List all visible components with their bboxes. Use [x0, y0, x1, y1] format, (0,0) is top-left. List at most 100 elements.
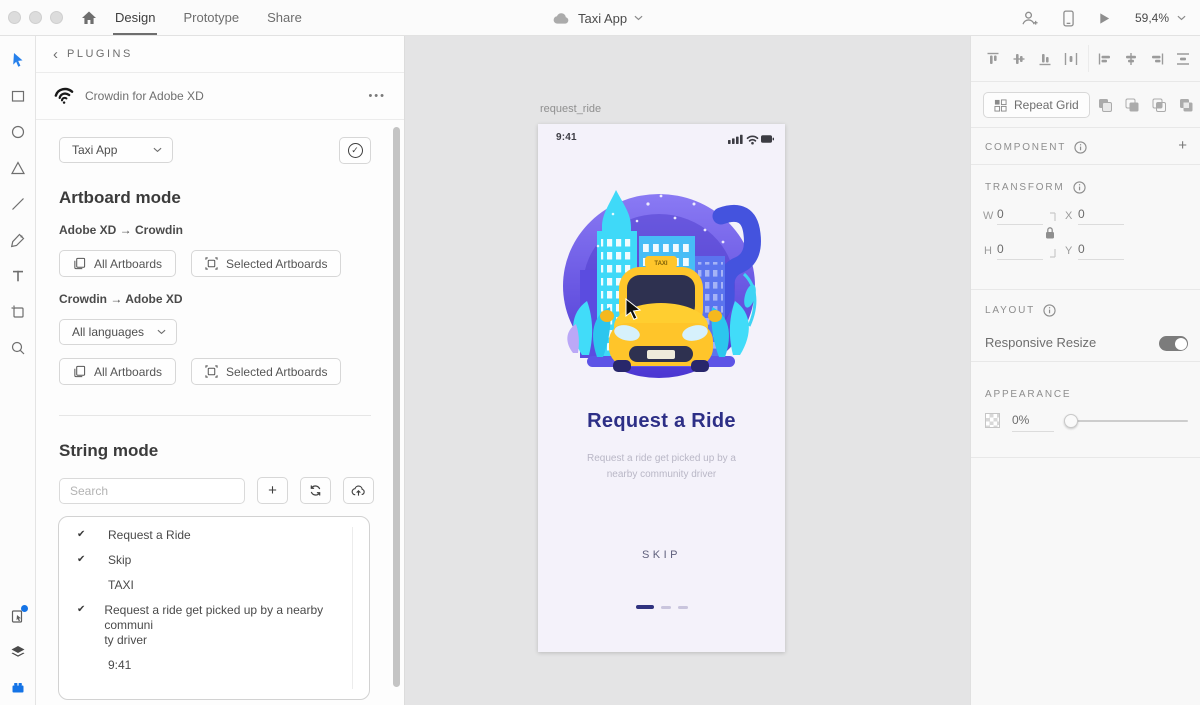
opacity-slider-knob[interactable] [1064, 414, 1078, 428]
info-icon[interactable] [1074, 141, 1087, 154]
align-top-icon[interactable] [985, 51, 1001, 67]
share-user-icon[interactable] [1020, 9, 1039, 28]
appearance-label: APPEARANCE [985, 389, 1072, 400]
line-tool-icon[interactable] [10, 196, 26, 212]
y-field[interactable]: 0 [1078, 242, 1124, 260]
string-row[interactable]: ✔ Skip [59, 548, 369, 573]
text-tool-icon[interactable] [10, 268, 26, 284]
home-icon[interactable] [80, 9, 98, 27]
responsive-resize-toggle[interactable] [1159, 336, 1188, 351]
layers-icon[interactable] [10, 644, 26, 660]
opacity-value-field[interactable]: 0% [1012, 413, 1054, 432]
height-field[interactable]: 0 [997, 242, 1043, 260]
skip-button[interactable]: SKIP [538, 549, 785, 561]
distribute-vertical-icon[interactable] [1175, 51, 1191, 67]
project-select[interactable]: Taxi App [59, 137, 173, 163]
string-search-row: + [59, 477, 404, 504]
all-artboards-label: All Artboards [94, 256, 163, 271]
plugins-panel-icon[interactable] [10, 605, 28, 624]
info-icon[interactable] [1072, 181, 1086, 194]
lock-aspect-icon[interactable] [1043, 211, 1057, 259]
align-vertical-center-icon[interactable] [1011, 51, 1027, 67]
distribute-horizontal-icon[interactable] [1063, 51, 1079, 67]
search-input[interactable] [59, 477, 245, 504]
languages-select[interactable]: All languages [59, 319, 177, 345]
component-label: COMPONENT [985, 142, 1067, 153]
layout-label: LAYOUT [985, 305, 1036, 316]
page-dot-active [635, 605, 654, 609]
boolean-subtract-icon[interactable] [1124, 97, 1140, 113]
plugins-store-icon[interactable] [10, 679, 26, 695]
zoom-tool-icon[interactable] [10, 340, 26, 356]
statusbar-time: 9:41 [556, 132, 577, 143]
plugin-panel-header[interactable]: ‹ PLUGINS [36, 36, 404, 73]
boolean-exclude-icon[interactable] [1178, 97, 1194, 113]
artboard-tool-icon[interactable] [10, 304, 26, 320]
align-bottom-icon[interactable] [1037, 51, 1053, 67]
all-artboards-button[interactable]: All Artboards [59, 250, 177, 277]
align-right-icon[interactable] [1149, 51, 1165, 67]
rectangle-tool-icon[interactable] [10, 88, 26, 104]
selected-artboards-button[interactable]: Selected Artboards [191, 250, 342, 277]
tab-prototype[interactable]: Prototype [183, 0, 239, 36]
window-close-button[interactable] [8, 11, 21, 24]
project-row: Taxi App ✓ [59, 136, 404, 164]
x-label: X [1065, 210, 1073, 222]
statusbar-icons [728, 133, 774, 145]
ellipse-tool-icon[interactable] [10, 124, 26, 140]
boolean-intersect-icon[interactable] [1151, 97, 1167, 113]
align-left-icon[interactable] [1097, 51, 1113, 67]
notification-badge [21, 605, 28, 612]
select-tool-icon[interactable] [10, 52, 26, 68]
responsive-resize-label: Responsive Resize [985, 335, 1097, 350]
transform-section: TRANSFORM W 0 H 0 X 0 Y 0 [971, 165, 1200, 290]
add-string-button[interactable]: + [257, 477, 288, 504]
string-row[interactable]: TAXI [59, 573, 369, 598]
polygon-tool-icon[interactable] [10, 160, 26, 176]
string-row[interactable]: ✔ Request a ride get picked up by a near… [59, 598, 369, 653]
chevron-down-icon [153, 147, 162, 153]
pen-tool-icon[interactable] [10, 232, 26, 248]
plugin-panel: ‹ PLUGINS Crowdin for Adobe XD ••• Taxi … [36, 36, 405, 705]
add-component-button[interactable]: + [1178, 137, 1187, 154]
adobe-xd-window: Design Prototype Share Taxi App 59,4% ‹ … [0, 0, 1200, 705]
string-row[interactable]: ✔ Request a Ride [59, 523, 369, 548]
selected-artboards-label: Selected Artboards [226, 364, 328, 379]
all-artboards-button[interactable]: All Artboards [59, 358, 177, 385]
string-list: ✔ Request a Ride ✔ Skip TAXI ✔ Request a… [58, 516, 370, 700]
tab-share[interactable]: Share [267, 0, 302, 36]
artboard-request-ride[interactable]: 9:41 TAXI Request a Ride Request a ride … [538, 124, 785, 652]
window-maximize-button[interactable] [50, 11, 63, 24]
canvas[interactable]: request_ride 9:41 TAXI Request a Ride Re… [406, 36, 970, 705]
info-icon[interactable] [1043, 304, 1056, 317]
opacity-slider[interactable] [1064, 414, 1188, 428]
refresh-strings-button[interactable] [300, 477, 331, 504]
toolbar-separator [1088, 45, 1089, 72]
plugin-name: Crowdin for Adobe XD [85, 89, 204, 103]
boolean-add-icon[interactable] [1097, 97, 1113, 113]
artboard-label[interactable]: request_ride [540, 103, 601, 115]
device-preview-icon[interactable] [1063, 10, 1074, 27]
play-preview-icon[interactable] [1098, 12, 1111, 25]
screen-title: Request a Ride [587, 410, 736, 432]
repeat-grid-button[interactable]: Repeat Grid [983, 92, 1090, 118]
more-options-icon[interactable]: ••• [368, 90, 386, 102]
tab-design[interactable]: Design [112, 0, 158, 36]
zoom-level-control[interactable]: 59,4% [1135, 11, 1186, 25]
plugin-panel-scrollbar[interactable] [393, 127, 400, 687]
back-chevron-icon[interactable]: ‹ [53, 47, 58, 62]
document-title-control[interactable]: Taxi App [552, 0, 643, 36]
align-horizontal-center-icon[interactable] [1123, 51, 1139, 67]
upload-strings-button[interactable] [343, 477, 374, 504]
confirm-project-button[interactable]: ✓ [339, 136, 371, 164]
width-field[interactable]: 0 [997, 207, 1043, 225]
wifi-icon [746, 135, 759, 145]
repeat-grid-label: Repeat Grid [1014, 98, 1079, 112]
selected-artboards-button[interactable]: Selected Artboards [191, 358, 342, 385]
window-minimize-button[interactable] [29, 11, 42, 24]
x-field[interactable]: 0 [1078, 207, 1124, 225]
y-label: Y [1065, 245, 1073, 257]
taxi-sign-text: TAXI [654, 261, 668, 267]
string-row[interactable]: 9:41 [59, 653, 369, 678]
translated-check-icon [77, 658, 108, 659]
